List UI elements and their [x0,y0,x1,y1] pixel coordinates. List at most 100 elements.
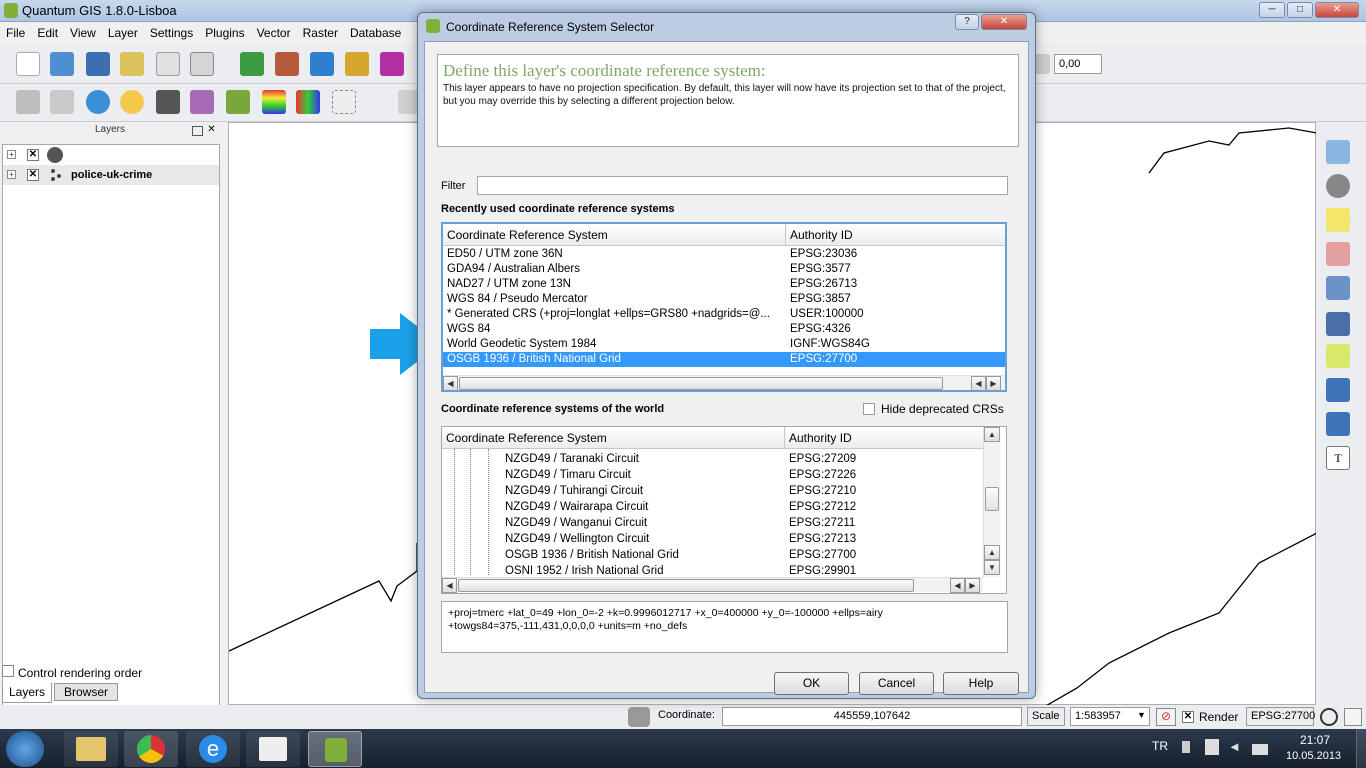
pseudocolor-icon[interactable] [296,90,320,114]
projection-globe-icon[interactable] [1320,708,1338,726]
menu-raster[interactable]: Raster [297,22,344,40]
column-header-crs[interactable]: Coordinate Reference System [443,224,786,246]
scrollbar-thumb[interactable] [458,579,914,592]
scrollbar-thumb[interactable] [985,487,999,511]
calendar-taskbar-icon[interactable] [246,731,300,767]
crs-table-row[interactable]: NZGD49 / Wairarapa Circuit EPSG:27212 [442,500,983,515]
add-spatialite-layer-icon[interactable] [345,52,369,76]
menu-vector[interactable]: Vector [251,22,297,40]
column-header-crs[interactable]: Coordinate Reference System [442,427,785,449]
show-bookmarks-icon[interactable] [1326,412,1350,436]
save-as-icon[interactable] [120,52,144,76]
print-icon[interactable] [190,52,214,76]
add-vector-layer-icon[interactable] [240,52,264,76]
minimize-button[interactable]: ─ [1259,2,1285,18]
show-desktop-button[interactable] [1356,729,1366,768]
stop-render-icon[interactable]: ⊘ [1156,708,1176,726]
language-indicator[interactable]: TR [1152,739,1168,753]
layer-row[interactable]: + ✕ [3,145,219,165]
color-ramp-icon[interactable] [262,90,286,114]
menu-edit[interactable]: Edit [31,22,64,40]
crs-table-row[interactable]: NZGD49 / Taranaki Circuit EPSG:27209 [442,452,983,467]
menu-settings[interactable]: Settings [144,22,199,40]
cancel-button[interactable]: Cancel [859,672,934,695]
attribute-table-icon[interactable] [1326,276,1350,300]
layer-row[interactable]: + ✕ police-uk-crime [3,165,219,185]
layer-visibility-checkbox[interactable]: ✕ [27,169,39,181]
internet-explorer-taskbar-icon[interactable]: e [186,731,240,767]
histogram-icon[interactable] [50,90,74,114]
raster-histogram-stretch-icon[interactable] [16,90,40,114]
rotation-spinbox[interactable]: 0,00 [1054,54,1102,74]
scroll-right-icon[interactable]: ▶ [986,376,1001,390]
volume-icon[interactable]: ◄ [1228,739,1242,755]
network-icon[interactable] [1252,739,1268,755]
scroll-down-icon[interactable]: ▼ [984,560,1000,575]
start-button-icon[interactable] [6,731,44,767]
tab-layers[interactable]: Layers [2,683,52,703]
explorer-taskbar-icon[interactable] [64,731,118,767]
crs-table-row[interactable]: NZGD49 / Wellington Circuit EPSG:27213 [442,532,983,547]
open-project-icon[interactable] [50,52,74,76]
scroll-up-icon[interactable]: ▲ [984,427,1000,442]
coordinate-toggle-icon[interactable] [628,707,650,727]
column-header-authority[interactable]: Authority ID [785,427,985,449]
action-gear-icon[interactable] [1326,174,1350,198]
crs-status-button[interactable]: EPSG:27700 [1246,707,1315,726]
crs-table-row[interactable]: OSGB 1936 / British National Grid EPSG:27… [443,352,1005,367]
scroll-left-icon[interactable]: ◀ [950,578,965,593]
clock-date[interactable]: 10.05.2013 [1286,750,1341,762]
crs-table-row[interactable]: NAD27 / UTM zone 13N EPSG:26713 [443,277,1005,292]
crs-table-row[interactable]: World Geodetic System 1984 IGNF:WGS84G [443,337,1005,352]
crs-table-row[interactable]: NZGD49 / Timaru Circuit EPSG:27226 [442,468,983,483]
map-tips-icon[interactable] [1326,344,1350,368]
crs-table-row[interactable]: WGS 84 / Pseudo Mercator EPSG:3857 [443,292,1005,307]
dialog-help-button[interactable]: ? [955,14,979,30]
dialog-close-button[interactable]: ✕ [981,14,1027,30]
new-bookmark-icon[interactable] [1326,378,1350,402]
scroll-right-icon[interactable]: ▶ [965,578,980,593]
globe-icon[interactable] [86,90,110,114]
column-header-authority[interactable]: Authority ID [786,224,1005,246]
world-vertical-scrollbar[interactable]: ▲ ▲ ▼ [983,427,1000,577]
control-rendering-checkbox[interactable] [2,665,14,677]
crs-table-row[interactable]: NZGD49 / Wanganui Circuit EPSG:27211 [442,516,983,531]
help-button[interactable]: Help [943,672,1019,695]
add-raster-layer-icon[interactable] [275,52,299,76]
deselect-icon[interactable] [1326,242,1350,266]
crs-table-row[interactable]: OSGB 1936 / British National Grid EPSG:27… [442,548,983,563]
recent-horizontal-scrollbar[interactable]: ◀ ◀ ▶ [443,375,1005,390]
coordinate-field[interactable]: 445559,107642 [722,707,1022,726]
scrollbar-thumb[interactable] [459,377,943,390]
close-window-button[interactable]: ✕ [1315,2,1359,18]
menu-plugins[interactable]: Plugins [199,22,250,40]
scroll-left-icon[interactable]: ◀ [443,376,458,390]
world-horizontal-scrollbar[interactable]: ◀ ◀ ▶ [442,577,983,593]
menu-file[interactable]: File [0,22,31,40]
scroll-up-icon[interactable]: ▲ [984,545,1000,560]
scroll-left-icon[interactable]: ◀ [971,376,986,390]
menu-database[interactable]: Database [344,22,407,40]
select-region-icon[interactable] [332,90,356,114]
render-checkbox[interactable]: ✕ [1182,711,1194,723]
measure-line-icon[interactable] [1326,312,1350,336]
float-panel-icon[interactable] [192,126,203,136]
new-project-icon[interactable] [16,52,40,76]
clock-time[interactable]: 21:07 [1300,733,1330,747]
qgis-taskbar-icon[interactable] [308,731,362,767]
messages-icon[interactable] [1344,708,1362,726]
tab-browser[interactable]: Browser [54,683,118,701]
text-annotation-icon[interactable]: T [1326,446,1350,470]
crs-table-row[interactable]: ED50 / UTM zone 36N EPSG:23036 [443,247,1005,262]
terrain-icon[interactable] [226,90,250,114]
select-features-icon[interactable] [1326,208,1350,232]
chevron-down-icon[interactable]: ▼ [1137,710,1146,720]
layer-visibility-checkbox[interactable]: ✕ [27,149,39,161]
menu-view[interactable]: View [64,22,102,40]
chrome-taskbar-icon[interactable] [124,731,178,767]
hide-deprecated-checkbox[interactable] [863,403,875,415]
crs-table-row[interactable]: NZGD49 / Tuhirangi Circuit EPSG:27210 [442,484,983,499]
raster-grid-icon[interactable] [156,90,180,114]
crs-table-row[interactable]: WGS 84 EPSG:4326 [443,322,1005,337]
print-composer-icon[interactable] [156,52,180,76]
